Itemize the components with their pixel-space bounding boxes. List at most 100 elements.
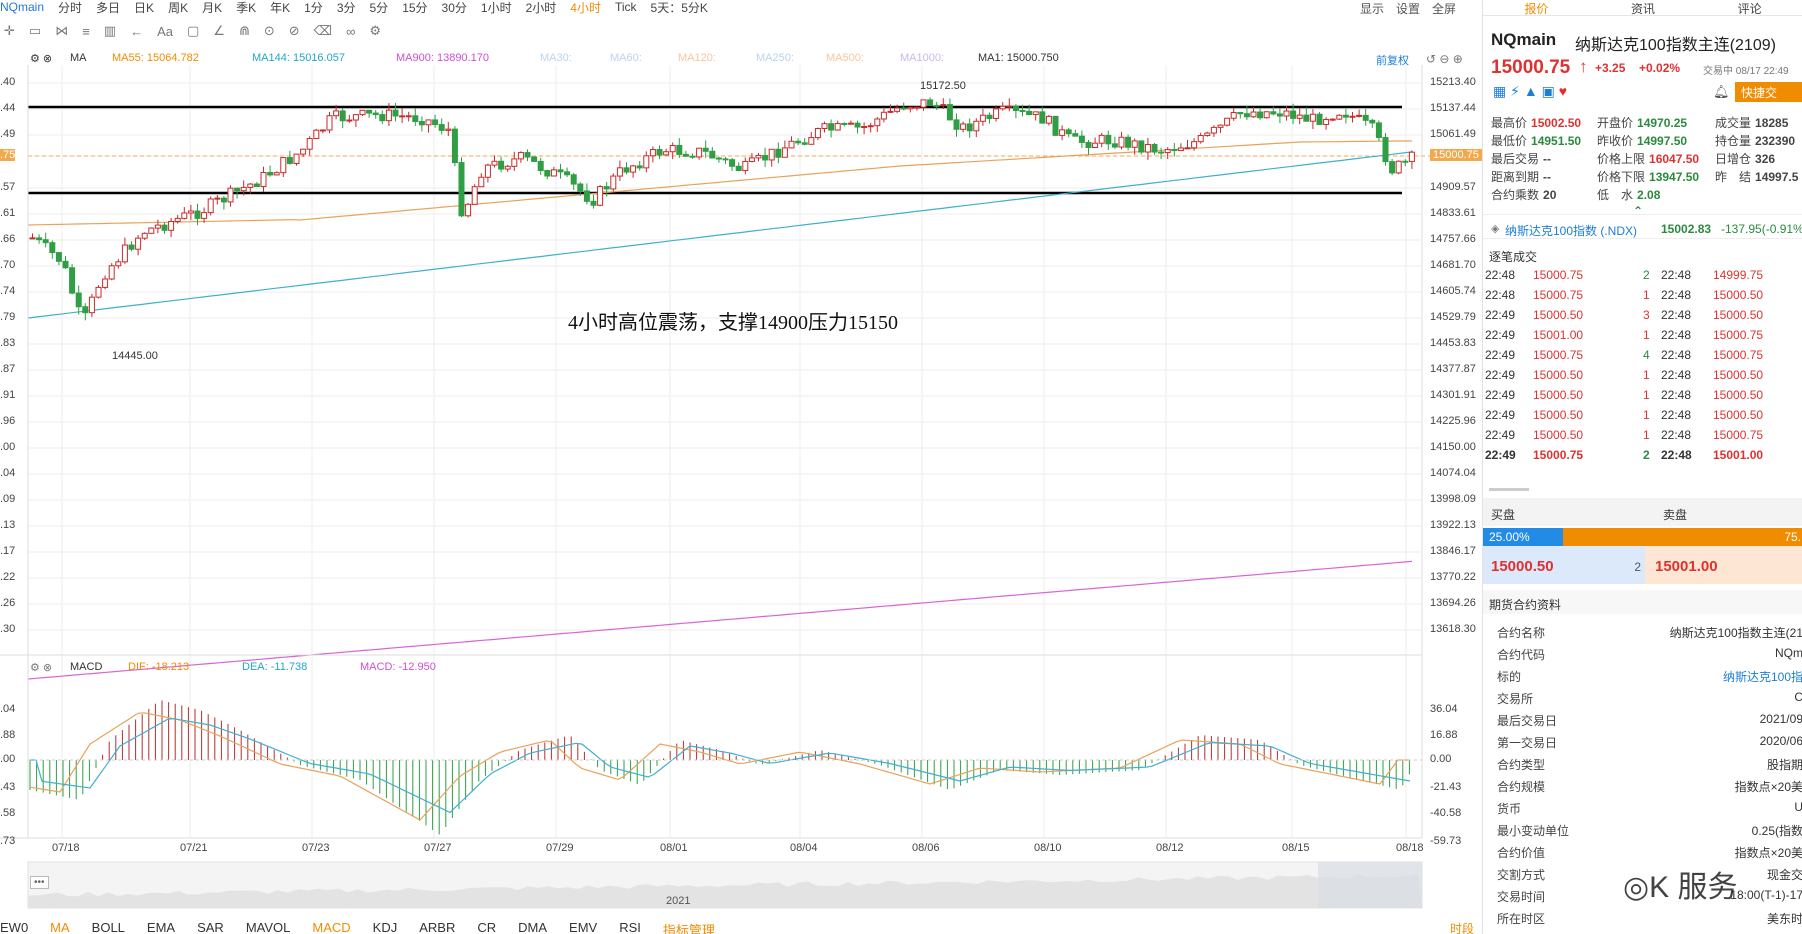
candle-body — [907, 106, 914, 110]
left-price-tick: .61 — [0, 207, 16, 219]
indicator-tab[interactable]: SAR — [197, 920, 224, 934]
zoom-icons[interactable]: ↺ ⊖ ⊕ — [1426, 52, 1463, 66]
fq-button[interactable]: 前复权 — [1376, 52, 1409, 68]
candle-body — [82, 306, 89, 314]
candle-body — [643, 155, 650, 169]
flag-icons[interactable]: ▦ ⚡ ▲ ▣ ♥ — [1493, 83, 1567, 100]
spec-value: 2021/09 — [1759, 712, 1802, 726]
spec-value: 0.25(指数 — [1751, 824, 1802, 838]
tick-row: 22:49 15000.50 3 22:48 15000.50 — [1483, 308, 1802, 328]
candle-body — [458, 162, 465, 217]
left-price-tick: .91 — [0, 389, 16, 401]
candlestick-chart[interactable] — [0, 0, 1480, 920]
indicator-tab[interactable]: BOLL — [92, 920, 125, 934]
indicator-tab[interactable]: CR — [477, 920, 496, 934]
candle-body — [894, 107, 901, 112]
candle-body — [960, 123, 967, 130]
tick-price-2: 15000.75 — [1713, 428, 1764, 442]
tab-news[interactable]: 资讯 — [1631, 0, 1655, 16]
tick-time-2: 22:48 — [1661, 448, 1692, 462]
candle-body — [742, 160, 749, 172]
spec-key: 交易时间 — [1497, 890, 1546, 904]
candle-body — [1276, 113, 1283, 117]
candle-body — [1356, 114, 1363, 117]
spec-row: 所在时区 美东时 — [1497, 910, 1802, 932]
candle-body — [194, 210, 201, 219]
indicator-tab[interactable]: MA — [50, 920, 70, 934]
candle-body — [313, 129, 320, 140]
ticks-title: 逐笔成交 — [1489, 250, 1538, 264]
spec-row: 最后交易日 2021/09 — [1497, 712, 1802, 734]
sell-label: 卖盘 — [1663, 508, 1688, 522]
candle-body — [55, 252, 62, 262]
candle-body — [564, 171, 571, 176]
dea-line — [30, 718, 1411, 814]
candle-body — [339, 110, 346, 122]
tab-quote[interactable]: 报价 — [1524, 0, 1548, 16]
indicator-tab[interactable]: ARBR — [419, 920, 455, 934]
favorite-icon[interactable]: ♥ — [1559, 83, 1567, 99]
quick-trade-button[interactable]: 快捷交 — [1735, 82, 1802, 102]
time-range-button[interactable]: 时段 — [1450, 920, 1474, 934]
quote-value: 15002.50 — [1531, 116, 1582, 130]
indicator-tab[interactable]: 指标管理 — [663, 920, 715, 934]
candle-body — [801, 142, 808, 145]
candle-body — [623, 167, 630, 173]
tick-time: 22:49 — [1485, 308, 1516, 322]
tick-qty: 1 — [1643, 428, 1650, 442]
indicator-tab[interactable]: EW0 — [0, 920, 28, 934]
indicator-tab[interactable]: KDJ — [373, 920, 398, 934]
candle-body — [841, 122, 848, 125]
tick-price-2: 15000.75 — [1713, 348, 1764, 362]
candle-body — [821, 123, 828, 130]
candle-body — [504, 165, 511, 170]
ma900-line — [27, 560, 1413, 680]
bell-icon[interactable]: 🔔︎ — [1713, 84, 1730, 100]
macd-legend-name[interactable]: MACD — [70, 661, 102, 673]
spec-value: 18:00(T-1)-17 — [1730, 888, 1802, 902]
indicator-tab[interactable]: MACD — [312, 920, 350, 934]
ticks-scrollbar[interactable] — [1489, 488, 1529, 491]
candle-body — [214, 197, 221, 200]
bid-price[interactable]: 15000.50 — [1491, 558, 1554, 575]
quote-value: 20 — [1543, 188, 1557, 202]
index-name[interactable]: 纳斯达克100指数 (.NDX) — [1505, 222, 1637, 239]
candle-body — [920, 99, 927, 108]
candle-body — [135, 237, 142, 250]
date-tick: 08/01 — [660, 842, 688, 854]
spec-value: 股指期 — [1766, 758, 1802, 772]
candle-body — [537, 160, 544, 171]
candle-body — [748, 157, 755, 162]
ma-settings-icon[interactable]: ⚙ ⊗ — [30, 52, 52, 65]
tick-time-2: 22:48 — [1661, 328, 1692, 342]
indicator-tab[interactable]: EMV — [569, 920, 597, 934]
spec-key: 合约类型 — [1497, 758, 1546, 772]
index-price: 15002.83 — [1661, 222, 1712, 236]
quote-label: 昨 结 — [1715, 170, 1752, 184]
quote-value: -- — [1543, 152, 1552, 166]
navigator-handle[interactable]: ••• — [30, 876, 49, 889]
indicator-tab[interactable]: DMA — [518, 920, 547, 934]
ma-legend-name[interactable]: MA — [70, 52, 87, 64]
ma120-legend: MA120: — [678, 52, 716, 64]
quote-label: 最高价 — [1491, 116, 1528, 130]
candle-body — [1243, 113, 1250, 118]
candle-body — [517, 152, 524, 160]
indicator-tab[interactable]: RSI — [619, 920, 641, 934]
indicator-tab[interactable]: EMA — [147, 920, 175, 934]
tick-price-2: 15001.00 — [1713, 448, 1764, 462]
left-price-tick: .40 — [0, 76, 16, 88]
tick-time-2: 22:48 — [1661, 308, 1692, 322]
candle-body — [273, 172, 280, 176]
quote-value: 2.08 — [1637, 188, 1661, 202]
left-price-tick: .70 — [0, 259, 16, 271]
ask-price[interactable]: 15001.00 — [1655, 558, 1718, 575]
tick-time: 22:49 — [1485, 428, 1516, 442]
macd-settings-icon[interactable]: ⚙ ⊗ — [30, 661, 52, 674]
tab-comments[interactable]: 评论 — [1738, 0, 1762, 16]
last-price: 15000.75 — [1491, 57, 1571, 78]
candle-body — [293, 153, 300, 164]
candle-body — [108, 265, 115, 280]
indicator-tab[interactable]: MAVOL — [246, 920, 291, 934]
candle-body — [95, 286, 102, 298]
